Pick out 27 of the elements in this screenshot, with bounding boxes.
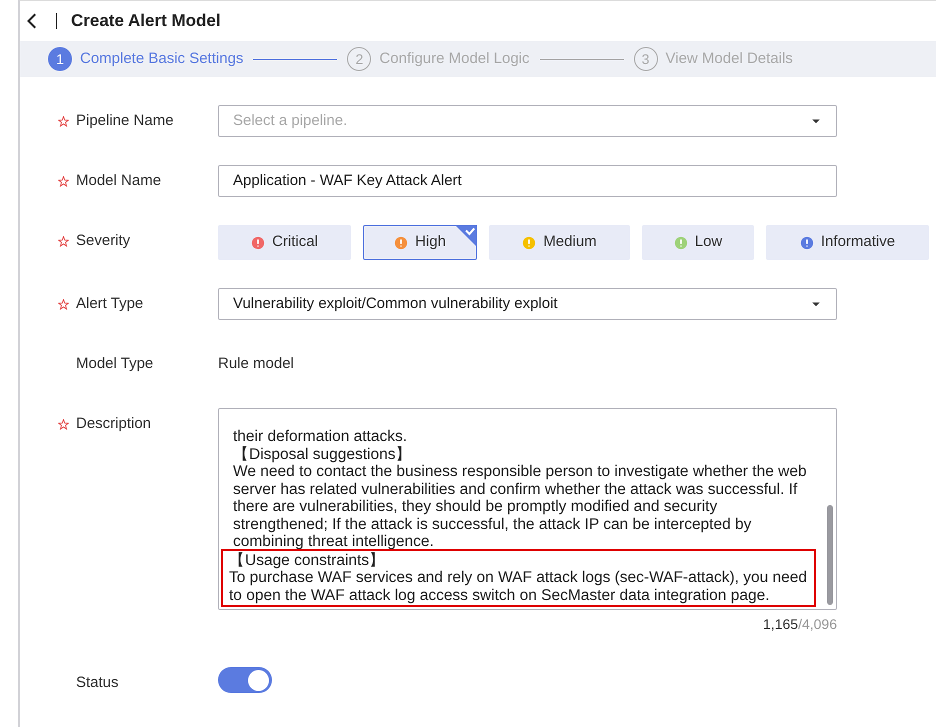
field-label: Description (76, 414, 152, 434)
step-number: 3 (634, 47, 658, 72)
field-value: Rule model (218, 354, 294, 374)
character-limit: /4,096 (798, 616, 837, 632)
description-field[interactable] (218, 408, 837, 610)
character-count: 1,165 (763, 616, 798, 632)
field-label: Model Type (76, 354, 154, 374)
description-paragraph: their deformation attacks. (232, 428, 408, 446)
description-paragraph: 【Disposal suggestions】 We need to contact the business responsible person to investigate whether the web server has related vulnerabilities and confirm whether the attack was successful. If there are vulnerabilities, they should be promptly modified and security strengthened; If the attack is successful, the attack IP can be intercepted by combining threat intelligence. (232, 446, 808, 550)
severity-option[interactable]: Low (642, 225, 754, 260)
severity-option[interactable]: Critical (218, 225, 351, 260)
field-label: Model Name (76, 170, 162, 191)
step-number: 2 (347, 47, 372, 72)
check-corner-icon (455, 225, 477, 247)
input-field[interactable]: Application - WAF Key Attack Alert (218, 165, 837, 197)
select-field[interactable]: Vulnerability exploit/Common vulnerability exploit (218, 288, 837, 320)
severity-option[interactable]: High (363, 225, 477, 260)
field-label: Alert Type (76, 294, 144, 314)
field-label: Status (76, 672, 119, 693)
page-title: Create Alert Model (71, 10, 221, 32)
field-label: Severity (76, 230, 130, 251)
description-paragraph: 【Usage constraints】 To purchase WAF services and rely on WAF attack logs (sec-WAF-attack), you need to open the WAF attack log access switch on SecMaster data integration page. (223, 550, 814, 605)
field-label: Pipeline Name (76, 110, 174, 131)
severity-option[interactable]: Medium (489, 225, 630, 260)
step-number: 1 (48, 47, 72, 72)
status-toggle[interactable] (218, 667, 272, 693)
severity-option[interactable]: Informative (766, 225, 929, 260)
